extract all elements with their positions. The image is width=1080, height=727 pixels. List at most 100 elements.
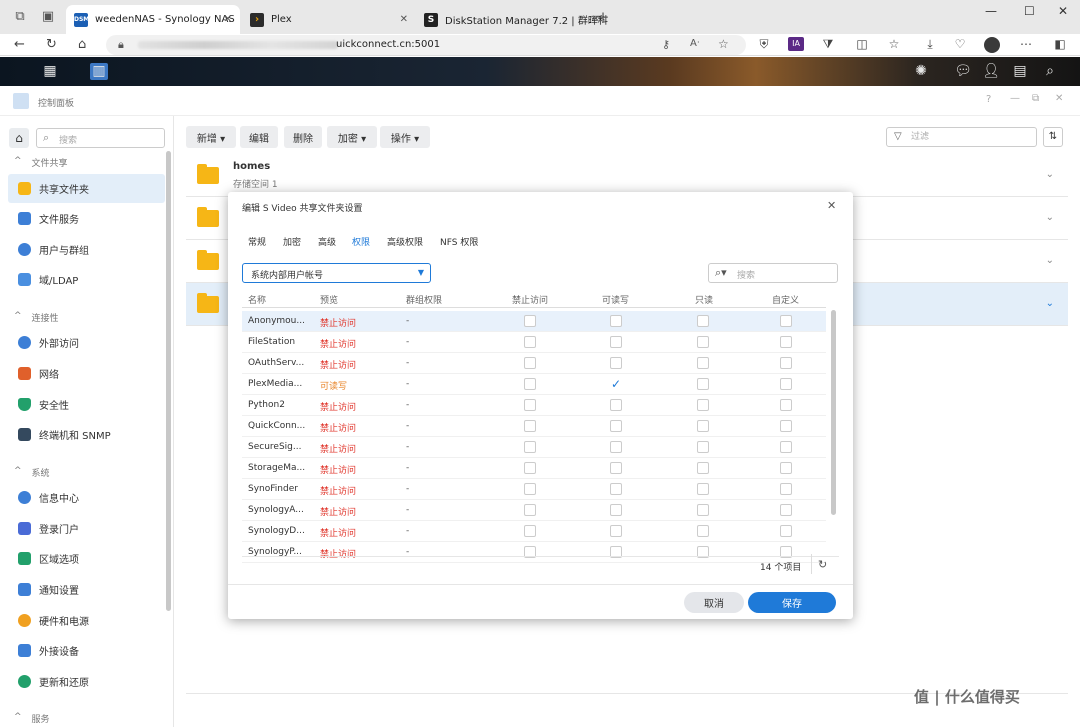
browser-tab-dsm[interactable]: DSM weedenNAS - Synology NAS ✕ (66, 5, 240, 34)
workspaces-icon[interactable]: ⧉ (12, 9, 28, 25)
table-row[interactable]: SynologyP... 禁止访问 - (242, 542, 826, 563)
rw-checkbox[interactable] (610, 483, 622, 495)
tab-advanced[interactable]: 高级 (318, 235, 336, 248)
rw-checkbox[interactable] (610, 336, 622, 348)
rw-checkbox[interactable] (610, 525, 622, 537)
table-row[interactable]: OAuthServ... 禁止访问 - (242, 353, 826, 374)
window-close-icon[interactable]: ✕ (1058, 4, 1068, 18)
home-icon[interactable]: ⌂ (78, 37, 86, 52)
deny-checkbox[interactable] (524, 441, 536, 453)
rw-checkbox[interactable] (610, 420, 622, 432)
restore-window-icon[interactable]: ⧉ (1032, 93, 1039, 104)
folder-row[interactable]: homes 存储空间 1 ⌄ (186, 154, 1068, 197)
deny-checkbox[interactable] (524, 315, 536, 327)
tab-permissions[interactable]: 权限 (352, 235, 370, 248)
tab-general[interactable]: 常规 (248, 235, 266, 248)
tab-nfs-permissions[interactable]: NFS 权限 (440, 235, 478, 248)
deny-checkbox[interactable] (524, 525, 536, 537)
save-button[interactable]: 保存 (748, 592, 836, 613)
ro-checkbox[interactable] (697, 378, 709, 390)
custom-checkbox[interactable] (780, 525, 792, 537)
user-icon[interactable]: 👤︎ (982, 63, 1000, 80)
refresh-icon[interactable]: ↻ (818, 558, 827, 571)
ro-checkbox[interactable] (697, 357, 709, 369)
filter-input[interactable]: ▽ 过滤 (886, 127, 1037, 147)
sidebar-item-regional-options[interactable]: 区域选项 (8, 544, 165, 573)
ro-checkbox[interactable] (697, 399, 709, 411)
ro-checkbox[interactable] (697, 483, 709, 495)
sidebar-toggle-icon[interactable]: ◧ (1052, 37, 1068, 51)
widgets-icon[interactable]: ✺ (912, 63, 930, 80)
chevron-down-icon[interactable]: ⌄ (1046, 169, 1054, 180)
extensions-icon[interactable]: ⧩ (820, 37, 836, 52)
browser-tab-plex[interactable]: › Plex ✕ (242, 5, 416, 34)
custom-checkbox[interactable] (780, 378, 792, 390)
notification-icon[interactable]: 💬︎ (954, 63, 972, 80)
ro-checkbox[interactable] (697, 504, 709, 516)
sidebar-item-users-groups[interactable]: 用户与群组 (8, 235, 165, 264)
rw-checkbox[interactable] (610, 315, 622, 327)
rw-checkbox[interactable] (610, 357, 622, 369)
deny-checkbox[interactable] (524, 378, 536, 390)
custom-checkbox[interactable] (780, 462, 792, 474)
custom-checkbox[interactable] (780, 420, 792, 432)
encrypt-button[interactable]: 加密 ▾ (327, 126, 377, 148)
url-field[interactable]: 🔒︎ uickconnect.cn:5001 ⚷ Aᐧ ☆ (106, 35, 746, 55)
sidebar-item-info-center[interactable]: 信息中心 (8, 483, 165, 512)
deny-checkbox[interactable] (524, 420, 536, 432)
user-type-select[interactable]: 系统内部用户帐号 ▼ (242, 263, 431, 283)
table-row[interactable]: SynologyD... 禁止访问 - (242, 521, 826, 542)
custom-checkbox[interactable] (780, 336, 792, 348)
minimize-window-icon[interactable]: — (1010, 93, 1020, 104)
main-menu-icon[interactable]: ▦ (41, 63, 59, 80)
custom-checkbox[interactable] (780, 504, 792, 516)
sidebar-item-shared-folder[interactable]: 共享文件夹 (8, 174, 165, 203)
sidebar-item-file-services[interactable]: 文件服务 (8, 204, 165, 233)
table-row[interactable]: SecureSig... 禁止访问 - (242, 437, 826, 458)
close-icon[interactable]: ✕ (400, 14, 408, 25)
control-panel-taskbar-icon[interactable]: ▥ (90, 63, 108, 80)
deny-checkbox[interactable] (524, 462, 536, 474)
collections-icon[interactable]: ☆ (886, 37, 902, 51)
ro-checkbox[interactable] (697, 525, 709, 537)
deny-checkbox[interactable] (524, 399, 536, 411)
ro-checkbox[interactable] (697, 315, 709, 327)
taskbar-panel-icon[interactable]: ▤ (1011, 63, 1029, 80)
delete-button[interactable]: 删除 (284, 126, 322, 148)
rw-checkbox[interactable]: ✓ (610, 378, 622, 390)
sidebar-item-security[interactable]: 安全性 (8, 390, 165, 419)
chevron-down-icon[interactable]: ⌄ (1046, 212, 1054, 223)
sidebar-item-external-access[interactable]: 外部访问 (8, 328, 165, 357)
custom-checkbox[interactable] (780, 441, 792, 453)
profile-avatar[interactable] (984, 37, 1000, 53)
section-header-services[interactable]: ^ 服务 (14, 712, 50, 725)
rw-checkbox[interactable] (610, 504, 622, 516)
permission-search-input[interactable]: ⌕▾ 搜索 (708, 263, 838, 283)
table-row[interactable]: Anonymou... 禁止访问 - (242, 311, 826, 332)
section-header-connectivity[interactable]: ^ 连接性 (14, 311, 59, 324)
dialog-close-icon[interactable]: ✕ (827, 199, 836, 212)
deny-checkbox[interactable] (524, 483, 536, 495)
cancel-button[interactable]: 取消 (684, 592, 744, 613)
performance-icon[interactable]: ♡ (952, 37, 968, 51)
sidebar-item-network[interactable]: 网络 (8, 359, 165, 388)
close-window-icon[interactable]: ✕ (1055, 93, 1063, 104)
table-row[interactable]: QuickConn... 禁止访问 - (242, 416, 826, 437)
back-icon[interactable]: ← (14, 37, 25, 52)
custom-checkbox[interactable] (780, 399, 792, 411)
table-scrollbar[interactable] (831, 310, 836, 515)
ro-checkbox[interactable] (697, 336, 709, 348)
rw-checkbox[interactable] (610, 441, 622, 453)
custom-checkbox[interactable] (780, 315, 792, 327)
minimize-icon[interactable]: — (985, 4, 997, 18)
edit-button[interactable]: 编辑 (240, 126, 278, 148)
deny-checkbox[interactable] (524, 504, 536, 516)
help-icon[interactable]: ? (986, 94, 991, 105)
maximize-icon[interactable]: ☐ (1024, 4, 1035, 18)
sidebar-item-notifications[interactable]: 通知设置 (8, 575, 165, 604)
table-row[interactable]: PlexMedia... 可读写 - ✓ (242, 374, 826, 395)
search-icon[interactable]: ⌕ (1041, 63, 1059, 80)
chevron-down-icon[interactable]: ⌄ (1046, 255, 1054, 266)
browser-tab-synology[interactable]: S DiskStation Manager 7.2 | 群晖科 ✕ (416, 5, 608, 34)
home-button[interactable]: ⌂ (9, 128, 29, 148)
